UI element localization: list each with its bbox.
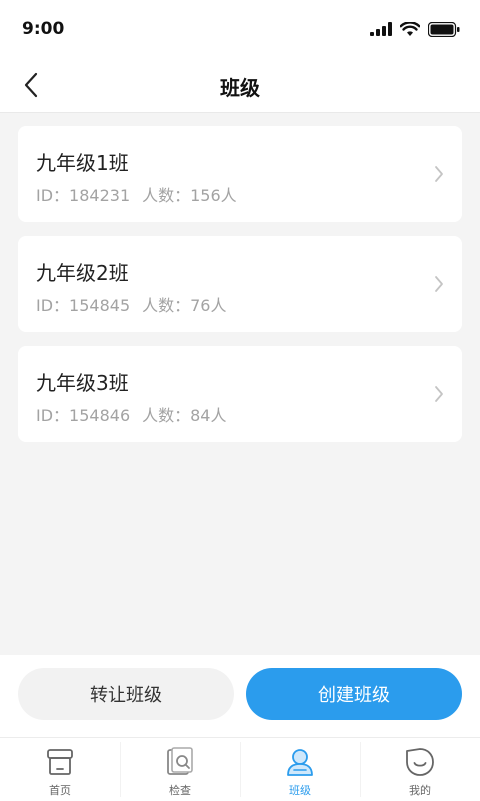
tab-label: 检查 bbox=[169, 784, 191, 797]
profile-icon bbox=[406, 748, 434, 776]
class-card[interactable]: 九年级3班 ID：154846 人数：84人 bbox=[18, 346, 462, 442]
tab-inspect[interactable]: 检查 bbox=[120, 738, 240, 801]
nav-bar: 班级 bbox=[0, 58, 480, 113]
class-name: 九年级1班 bbox=[36, 151, 129, 175]
tab-class[interactable]: 班级 bbox=[240, 738, 360, 801]
status-icons bbox=[370, 20, 460, 38]
chevron-right-icon bbox=[435, 386, 443, 402]
chevron-right-icon bbox=[435, 166, 443, 182]
class-member-count: 人数：156人 bbox=[142, 186, 237, 205]
class-meta: ID：154845 人数：76人 bbox=[36, 292, 227, 316]
tab-label: 首页 bbox=[49, 784, 71, 797]
class-card[interactable]: 九年级1班 ID：184231 人数：156人 bbox=[18, 126, 462, 222]
tab-label: 我的 bbox=[409, 784, 431, 797]
class-id: ID：154846 bbox=[36, 406, 131, 425]
class-id: ID：154845 bbox=[36, 296, 131, 315]
class-id: ID：184231 bbox=[36, 186, 131, 205]
class-member-count: 人数：76人 bbox=[142, 296, 227, 315]
class-name: 九年级3班 bbox=[36, 371, 129, 395]
wifi-icon bbox=[400, 21, 420, 36]
class-name: 九年级2班 bbox=[36, 261, 129, 285]
status-time: 9:00 bbox=[22, 19, 65, 39]
transfer-class-button[interactable]: 转让班级 bbox=[18, 668, 234, 720]
class-meta: ID：184231 人数：156人 bbox=[36, 182, 237, 206]
class-person-icon bbox=[287, 749, 313, 776]
tab-home[interactable]: 首页 bbox=[0, 738, 120, 801]
battery-icon bbox=[428, 21, 460, 37]
page-title: 班级 bbox=[220, 76, 260, 100]
class-list: 九年级1班 ID：184231 人数：156人 九年级2班 ID：154845 … bbox=[18, 126, 462, 442]
action-bar: 转让班级 创建班级 bbox=[0, 655, 480, 737]
class-card[interactable]: 九年级2班 ID：154845 人数：76人 bbox=[18, 236, 462, 332]
create-class-button[interactable]: 创建班级 bbox=[246, 668, 462, 720]
chevron-right-icon bbox=[435, 276, 443, 292]
tab-bar: 首页 检查 班级 我的 bbox=[0, 737, 480, 801]
inspect-icon bbox=[167, 747, 193, 775]
status-bar: 9:00 bbox=[0, 0, 480, 58]
signal-icon bbox=[370, 22, 392, 36]
class-meta: ID：154846 人数：84人 bbox=[36, 402, 227, 426]
tab-profile[interactable]: 我的 bbox=[360, 738, 480, 801]
tab-label: 班级 bbox=[289, 784, 311, 797]
class-member-count: 人数：84人 bbox=[142, 406, 227, 425]
home-box-icon bbox=[47, 749, 73, 775]
